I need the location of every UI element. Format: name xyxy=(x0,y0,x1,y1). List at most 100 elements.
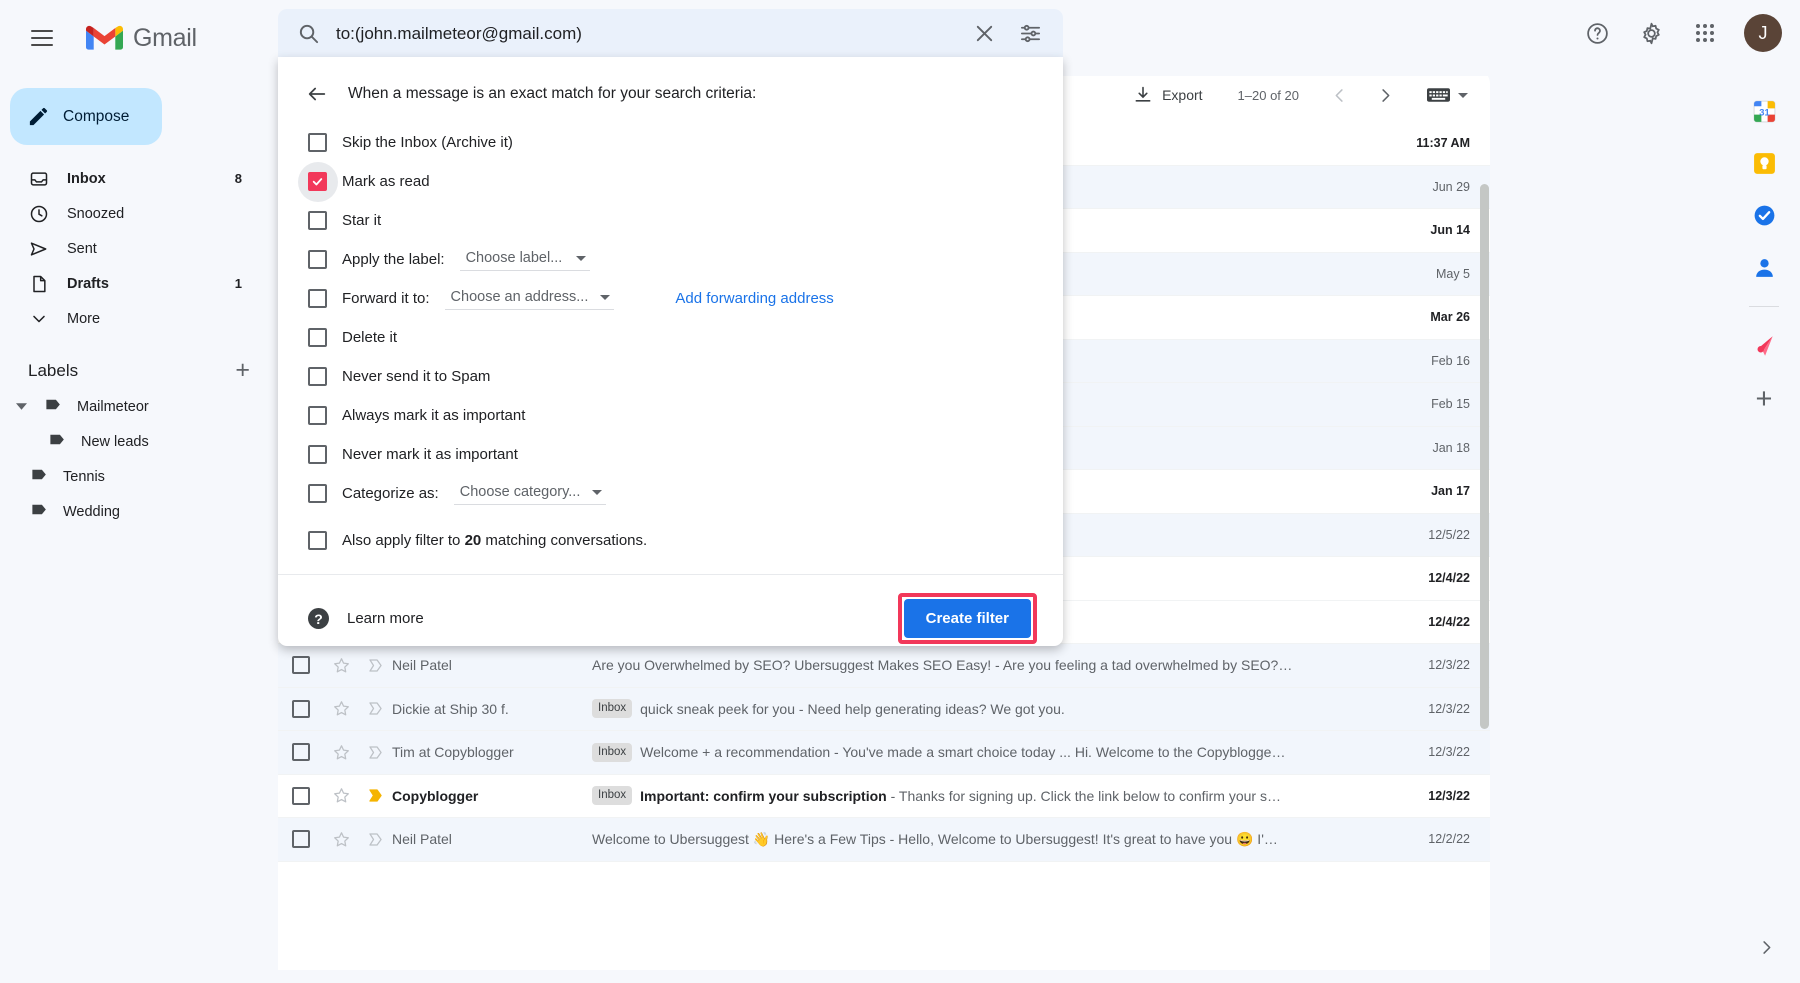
row-checkbox[interactable] xyxy=(278,656,324,675)
mail-subject: Important: confirm your subscription xyxy=(640,787,887,804)
avatar[interactable]: J xyxy=(1744,14,1782,52)
checkbox-6[interactable] xyxy=(308,367,327,386)
star-icon[interactable] xyxy=(324,656,358,675)
filter-option-8[interactable]: Never mark it as important xyxy=(278,435,1063,474)
older-page-icon[interactable] xyxy=(1365,75,1405,115)
add-panel-button[interactable]: + xyxy=(1756,385,1773,414)
label-chip: Inbox xyxy=(592,742,633,762)
sidebar-item-more[interactable]: More xyxy=(0,301,258,336)
filter-option-also-apply[interactable]: Also apply filter to 20 matching convers… xyxy=(278,521,1063,560)
filter-option-5[interactable]: Delete it xyxy=(278,318,1063,357)
table-row[interactable]: Copyblogger Inbox Important: confirm your … xyxy=(278,774,1490,818)
mail-date: 12/3/22 xyxy=(1428,658,1470,673)
checkbox-0[interactable] xyxy=(308,133,327,152)
scrollbar-thumb[interactable] xyxy=(1480,184,1489,729)
learn-more-label: Learn more xyxy=(347,610,424,627)
important-marker-icon[interactable] xyxy=(358,656,392,675)
apps-grid-icon[interactable] xyxy=(1682,10,1728,56)
filter-option-4[interactable]: Forward it to: Choose an address... Add fo… xyxy=(278,279,1063,318)
important-marker-icon[interactable] xyxy=(358,786,392,805)
mail-snippet: - Thanks for signing up. Click the link … xyxy=(886,787,1281,804)
filter-option-3[interactable]: Apply the label: Choose label... xyxy=(278,240,1063,279)
help-icon[interactable] xyxy=(1574,10,1620,56)
filter-option-label: Never send it to Spam xyxy=(342,368,491,385)
important-marker-icon[interactable] xyxy=(358,830,392,849)
table-row[interactable]: Tim at Copyblogger Inbox Welcome + a recom… xyxy=(278,731,1490,775)
label-tag-icon xyxy=(30,500,49,523)
sidebar-label-new-leads[interactable]: New leads xyxy=(0,424,272,459)
chevron-down-icon xyxy=(600,294,611,300)
filter-option-2[interactable]: Star it xyxy=(278,201,1063,240)
sidebar-item-drafts[interactable]: Drafts 1 xyxy=(0,266,258,301)
google-calendar-icon[interactable]: 31 xyxy=(1751,98,1777,124)
sidebar-label-mailmeteor[interactable]: Mailmeteor xyxy=(0,389,272,424)
star-icon[interactable] xyxy=(324,743,358,762)
filter-option-9[interactable]: Categorize as: Choose category... xyxy=(278,474,1063,513)
mail-subject: Welcome to Ubersuggest 👋 Here's a Few Ti… xyxy=(592,830,886,847)
filter-option-0[interactable]: Skip the Inbox (Archive it) xyxy=(278,123,1063,162)
google-contacts-icon[interactable] xyxy=(1751,254,1777,280)
compose-button[interactable]: Compose xyxy=(10,88,162,145)
google-keep-icon[interactable] xyxy=(1751,150,1777,176)
mail-date: Jan 18 xyxy=(1432,440,1470,455)
star-icon[interactable] xyxy=(324,830,358,849)
sidebar-item-snoozed[interactable]: Snoozed xyxy=(0,196,258,231)
checkbox-4[interactable] xyxy=(308,289,327,308)
also-apply-prefix: Also apply filter to xyxy=(342,532,465,549)
add-forwarding-address-link[interactable]: Add forwarding address xyxy=(675,290,833,307)
table-row[interactable]: Neil Patel Are you Overwhelmed by SEO? Ub… xyxy=(278,644,1490,688)
filter-option-label: Star it xyxy=(342,212,382,229)
rail-divider xyxy=(1749,306,1779,307)
filter-option-1[interactable]: Mark as read xyxy=(278,161,1063,202)
checkbox-5[interactable] xyxy=(308,328,327,347)
row-checkbox[interactable] xyxy=(278,743,324,762)
checkbox-7[interactable] xyxy=(308,406,327,425)
table-row[interactable]: Neil Patel Welcome to Ubersuggest 👋 Here'… xyxy=(278,818,1490,862)
sidebar-item-inbox[interactable]: Inbox 8 xyxy=(0,161,258,196)
hamburger-menu-icon[interactable] xyxy=(18,14,66,62)
important-marker-icon[interactable] xyxy=(358,699,392,718)
dropdown-3[interactable]: Choose label... xyxy=(459,248,590,271)
newer-page-icon[interactable] xyxy=(1319,75,1359,115)
mailmeteor-icon[interactable] xyxy=(1751,333,1777,359)
create-filter-button[interactable]: Create filter xyxy=(903,599,1031,638)
table-row[interactable]: Dickie at Ship 30 f. Inbox quick sneak pee… xyxy=(278,687,1490,731)
expand-panel-icon[interactable] xyxy=(1746,927,1786,967)
filter-option-6[interactable]: Never send it to Spam xyxy=(278,357,1063,396)
vertical-scrollbar[interactable] xyxy=(1478,184,1490,744)
create-filter-highlight: Create filter xyxy=(897,593,1037,644)
dropdown-4[interactable]: Choose an address... xyxy=(444,287,615,310)
dropdown-9[interactable]: Choose category... xyxy=(453,482,607,505)
checkbox-8[interactable] xyxy=(308,445,327,464)
row-checkbox[interactable] xyxy=(278,699,324,718)
checkbox-9[interactable] xyxy=(308,484,327,503)
close-icon[interactable] xyxy=(961,11,1007,57)
checkbox-1[interactable] xyxy=(308,172,327,191)
checkbox-also-apply[interactable] xyxy=(308,531,327,550)
star-icon[interactable] xyxy=(324,786,358,805)
label-tag-icon xyxy=(44,395,63,418)
back-arrow-icon[interactable] xyxy=(302,79,332,109)
search-icon[interactable] xyxy=(284,10,332,58)
star-icon[interactable] xyxy=(324,699,358,718)
gear-icon[interactable] xyxy=(1628,10,1674,56)
important-marker-icon[interactable] xyxy=(358,743,392,762)
checkbox-3[interactable] xyxy=(308,250,327,269)
sidebar-item-sent[interactable]: Sent xyxy=(0,231,258,266)
row-checkbox[interactable] xyxy=(278,786,324,805)
checkbox-2[interactable] xyxy=(308,211,327,230)
filter-option-7[interactable]: Always mark it as important xyxy=(278,396,1063,435)
sidebar-label-tennis[interactable]: Tennis xyxy=(0,459,272,494)
search-input[interactable] xyxy=(332,23,961,44)
google-tasks-icon[interactable] xyxy=(1751,202,1777,228)
learn-more-link[interactable]: ? Learn more xyxy=(308,608,424,629)
sidebar-label-wedding[interactable]: Wedding xyxy=(0,494,272,529)
keyboard-input-tools-icon[interactable] xyxy=(1419,81,1476,109)
chevron-down-icon[interactable] xyxy=(12,401,30,412)
export-button[interactable]: Export xyxy=(1122,78,1213,112)
label-chip: Inbox xyxy=(592,786,633,806)
gmail-logo[interactable]: Gmail xyxy=(86,24,197,53)
search-options-icon[interactable] xyxy=(1007,11,1053,57)
row-checkbox[interactable] xyxy=(278,830,324,849)
add-label-button[interactable]: + xyxy=(235,358,250,383)
